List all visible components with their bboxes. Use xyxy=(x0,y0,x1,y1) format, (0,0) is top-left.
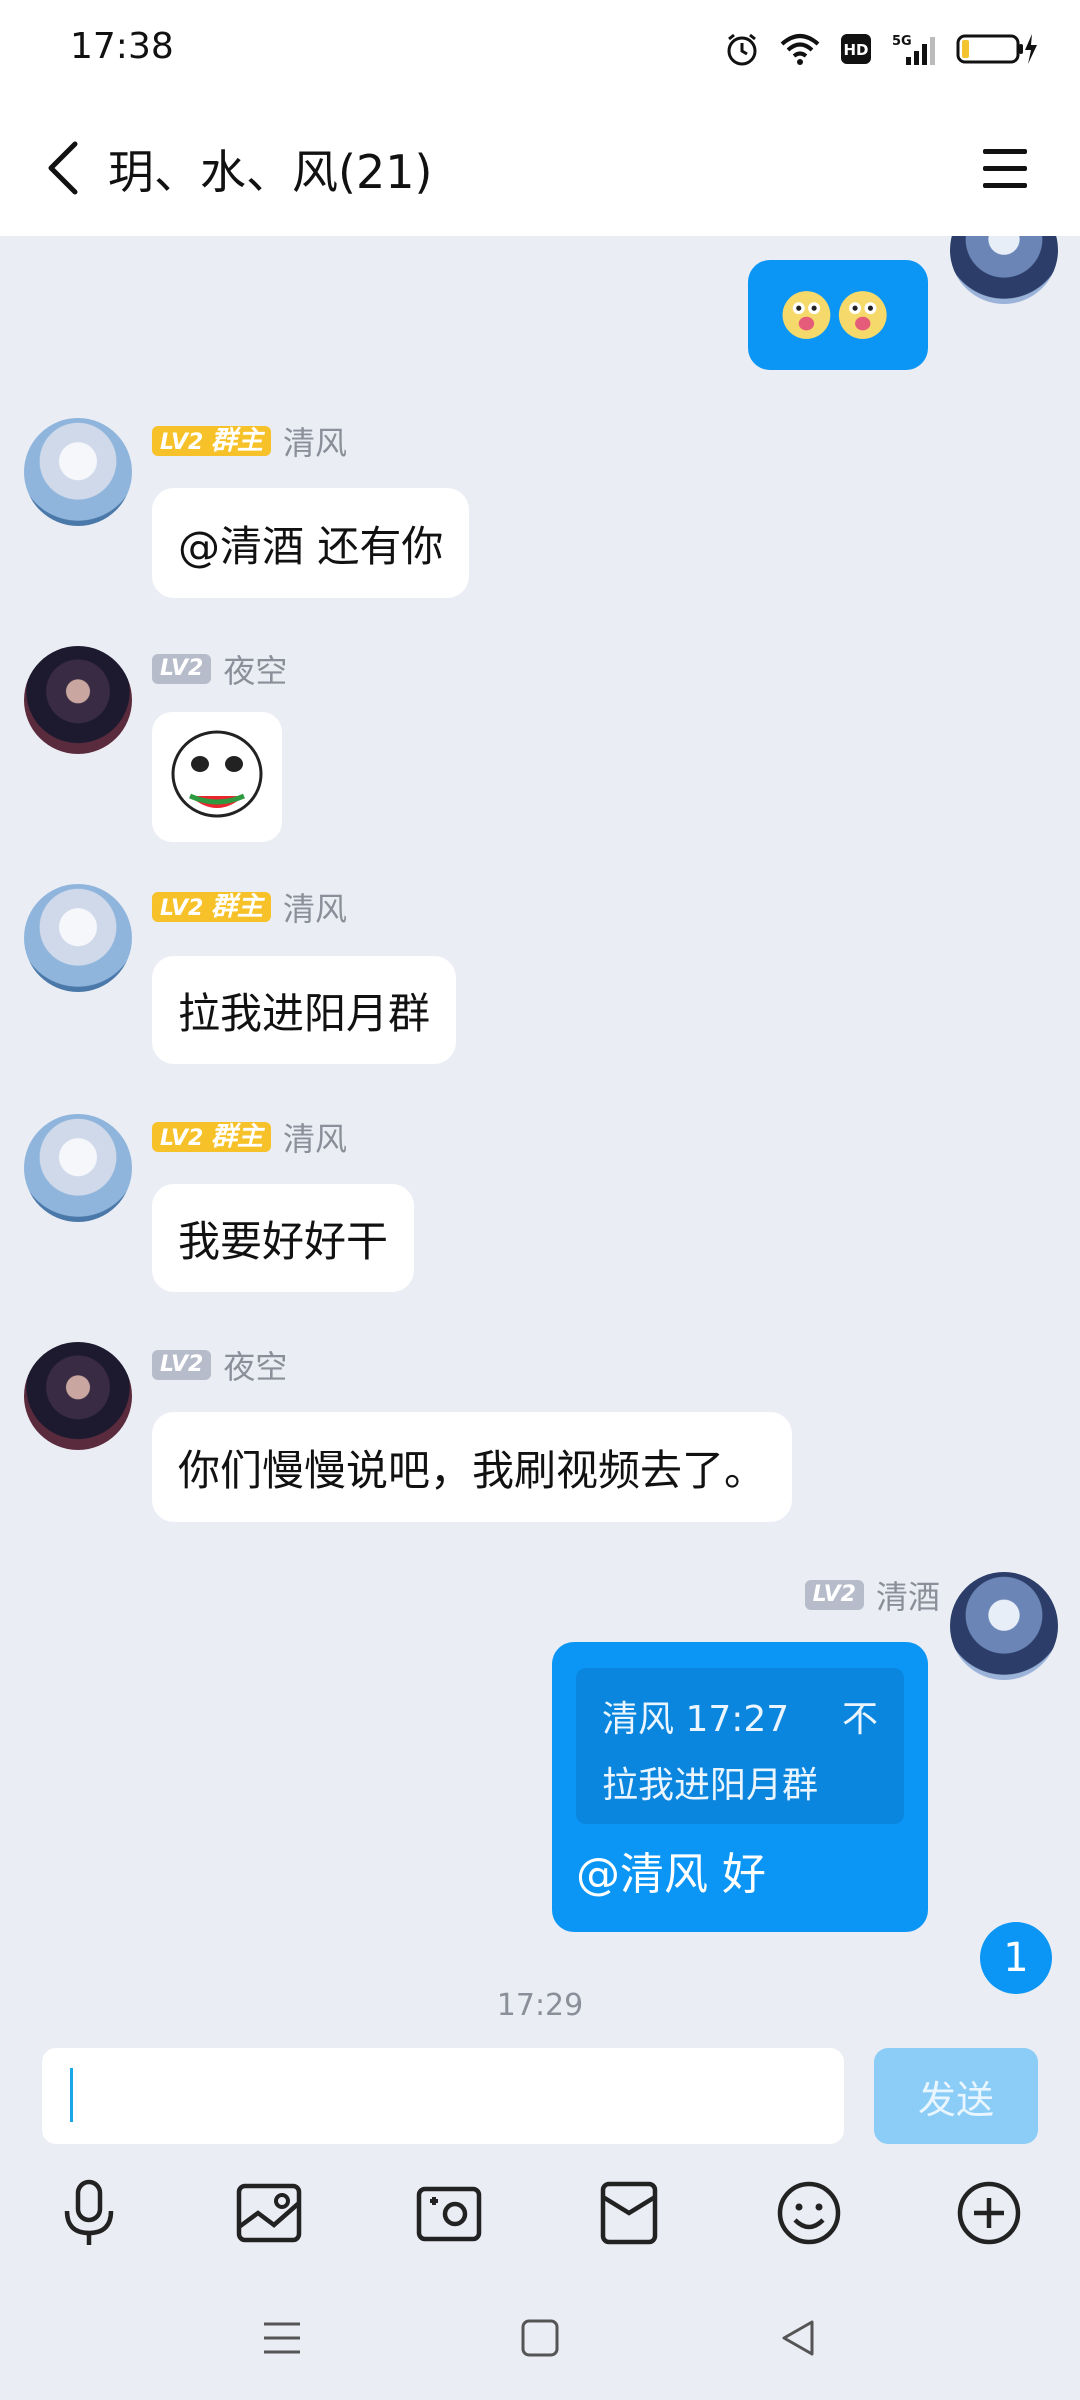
status-time: 17:38 xyxy=(70,26,174,67)
menu-icon xyxy=(983,149,1027,188)
message-bubble[interactable]: 我要好好干 xyxy=(152,1184,415,1292)
input-toolbar xyxy=(0,2158,1080,2268)
more-button[interactable] xyxy=(944,2168,1034,2258)
status-bar: 17:38 HD 5G xyxy=(0,0,1080,100)
text-caret xyxy=(70,2068,73,2122)
level-badge: LV2 群主 xyxy=(152,1122,272,1152)
chat-header: 玥、水、风(21) xyxy=(0,100,1080,236)
level-badge: LV2 xyxy=(152,654,212,684)
level-label: LV2 xyxy=(160,896,204,921)
role-label: 群主 xyxy=(211,426,264,456)
message-meta: LV2 群主 清风 xyxy=(152,418,347,464)
level-label: LV2 xyxy=(160,1126,204,1151)
send-label: 发送 xyxy=(917,2077,994,2122)
back-button[interactable] xyxy=(28,128,98,208)
sticker-face-icon xyxy=(171,730,263,818)
message-bubble[interactable]: 你们慢慢说吧，我刷视频去了。 xyxy=(152,1412,793,1522)
message-bubble[interactable]: 清风 17:27 不 拉我进阳月群 @清风 好 xyxy=(552,1642,928,1932)
chat-list[interactable]: LV2 群主 清风 @清酒 还有你 LV2 夜空 LV2 群主 清风 拉我进阳月… xyxy=(0,236,1080,2030)
status-icons: HD 5G xyxy=(724,28,1040,70)
level-badge: LV2 群主 xyxy=(152,426,272,456)
sticker-message[interactable] xyxy=(152,712,282,842)
sender-name: 夜空 xyxy=(223,652,288,690)
image-icon xyxy=(236,2183,302,2243)
level-badge: LV2 xyxy=(152,1350,212,1380)
reply-quote[interactable]: 清风 17:27 不 拉我进阳月群 xyxy=(576,1668,904,1824)
hd-icon: HD xyxy=(840,28,872,70)
level-label: LV2 xyxy=(160,430,204,455)
network-label: 5G xyxy=(892,34,912,49)
message-bubble[interactable]: 拉我进阳月群 xyxy=(152,956,457,1064)
emoji-button[interactable] xyxy=(764,2168,854,2258)
level-badge: LV2 群主 xyxy=(152,892,272,922)
red-packet-icon xyxy=(600,2181,658,2245)
signal-icon: 5G xyxy=(892,28,936,70)
level-badge: LV2 xyxy=(804,1580,864,1610)
reply-action: 不 xyxy=(841,1699,878,1740)
reply-header: 清风 17:27 xyxy=(602,1699,790,1740)
voice-button[interactable] xyxy=(44,2168,134,2258)
sender-name: 清风 xyxy=(283,1120,348,1158)
emoji-sticker-icon xyxy=(782,291,887,339)
message-meta: LV2 夜空 xyxy=(152,646,287,692)
message-bubble[interactable] xyxy=(748,260,928,370)
avatar[interactable] xyxy=(24,1342,132,1450)
message-text: 拉我进阳月群 xyxy=(178,988,431,1038)
nav-menu-icon xyxy=(264,2322,300,2354)
battery-icon xyxy=(956,28,1040,70)
reply-quote-text: 拉我进阳月群 xyxy=(602,1765,819,1806)
timestamp: 17:29 xyxy=(496,1988,584,2023)
message-meta: LV2 群主 清风 xyxy=(152,1114,347,1160)
system-nav-bar xyxy=(0,2268,1080,2400)
send-button[interactable]: 发送 xyxy=(874,2048,1038,2144)
plus-icon xyxy=(957,2181,1021,2245)
sender-name: 清风 xyxy=(283,424,348,462)
avatar[interactable] xyxy=(24,646,132,754)
nav-home-button[interactable] xyxy=(510,2308,570,2368)
sender-name: 夜空 xyxy=(223,1348,288,1386)
message-text: @清酒 还有你 xyxy=(178,521,444,571)
emoji-icon xyxy=(777,2181,841,2245)
avatar[interactable] xyxy=(950,236,1058,304)
camera-button[interactable] xyxy=(404,2168,494,2258)
sender-name: 清风 xyxy=(283,890,348,928)
red-packet-button[interactable] xyxy=(584,2168,674,2258)
alarm-icon xyxy=(724,28,760,70)
avatar[interactable] xyxy=(24,884,132,992)
nav-home-icon xyxy=(521,2319,559,2357)
avatar[interactable] xyxy=(950,1572,1058,1680)
message-bubble[interactable]: @清酒 还有你 xyxy=(152,488,470,598)
nav-back-button[interactable] xyxy=(768,2308,828,2368)
role-label: 群主 xyxy=(211,892,264,922)
message-meta: LV2 夜空 xyxy=(152,1342,287,1388)
camera-icon xyxy=(416,2186,482,2242)
nav-back-icon xyxy=(782,2320,814,2356)
wifi-icon xyxy=(780,28,820,70)
message-text: @清风 好 xyxy=(576,1849,766,1900)
menu-button[interactable] xyxy=(970,138,1040,198)
message-text: 你们慢慢说吧，我刷视频去了。 xyxy=(178,1445,767,1495)
input-bar: 发送 xyxy=(0,2030,1080,2158)
message-input[interactable] xyxy=(42,2048,844,2144)
avatar[interactable] xyxy=(24,1114,132,1222)
message-text: 我要好好干 xyxy=(178,1216,389,1266)
message-meta: LV2 群主 清风 xyxy=(152,884,347,930)
nav-menu-button[interactable] xyxy=(252,2308,312,2368)
role-label: 群主 xyxy=(211,1122,264,1152)
sender-name: 清酒 xyxy=(875,1578,940,1616)
avatar[interactable] xyxy=(24,418,132,526)
back-arrow-icon xyxy=(48,141,78,195)
unread-count: 1 xyxy=(1003,1935,1029,1981)
group-title: 玥、水、风(21) xyxy=(108,145,433,199)
hd-label: HD xyxy=(843,41,868,59)
microphone-icon xyxy=(64,2179,114,2245)
image-button[interactable] xyxy=(224,2168,314,2258)
unread-badge[interactable]: 1 xyxy=(980,1922,1052,1994)
message-meta: LV2 清酒 xyxy=(804,1572,940,1618)
